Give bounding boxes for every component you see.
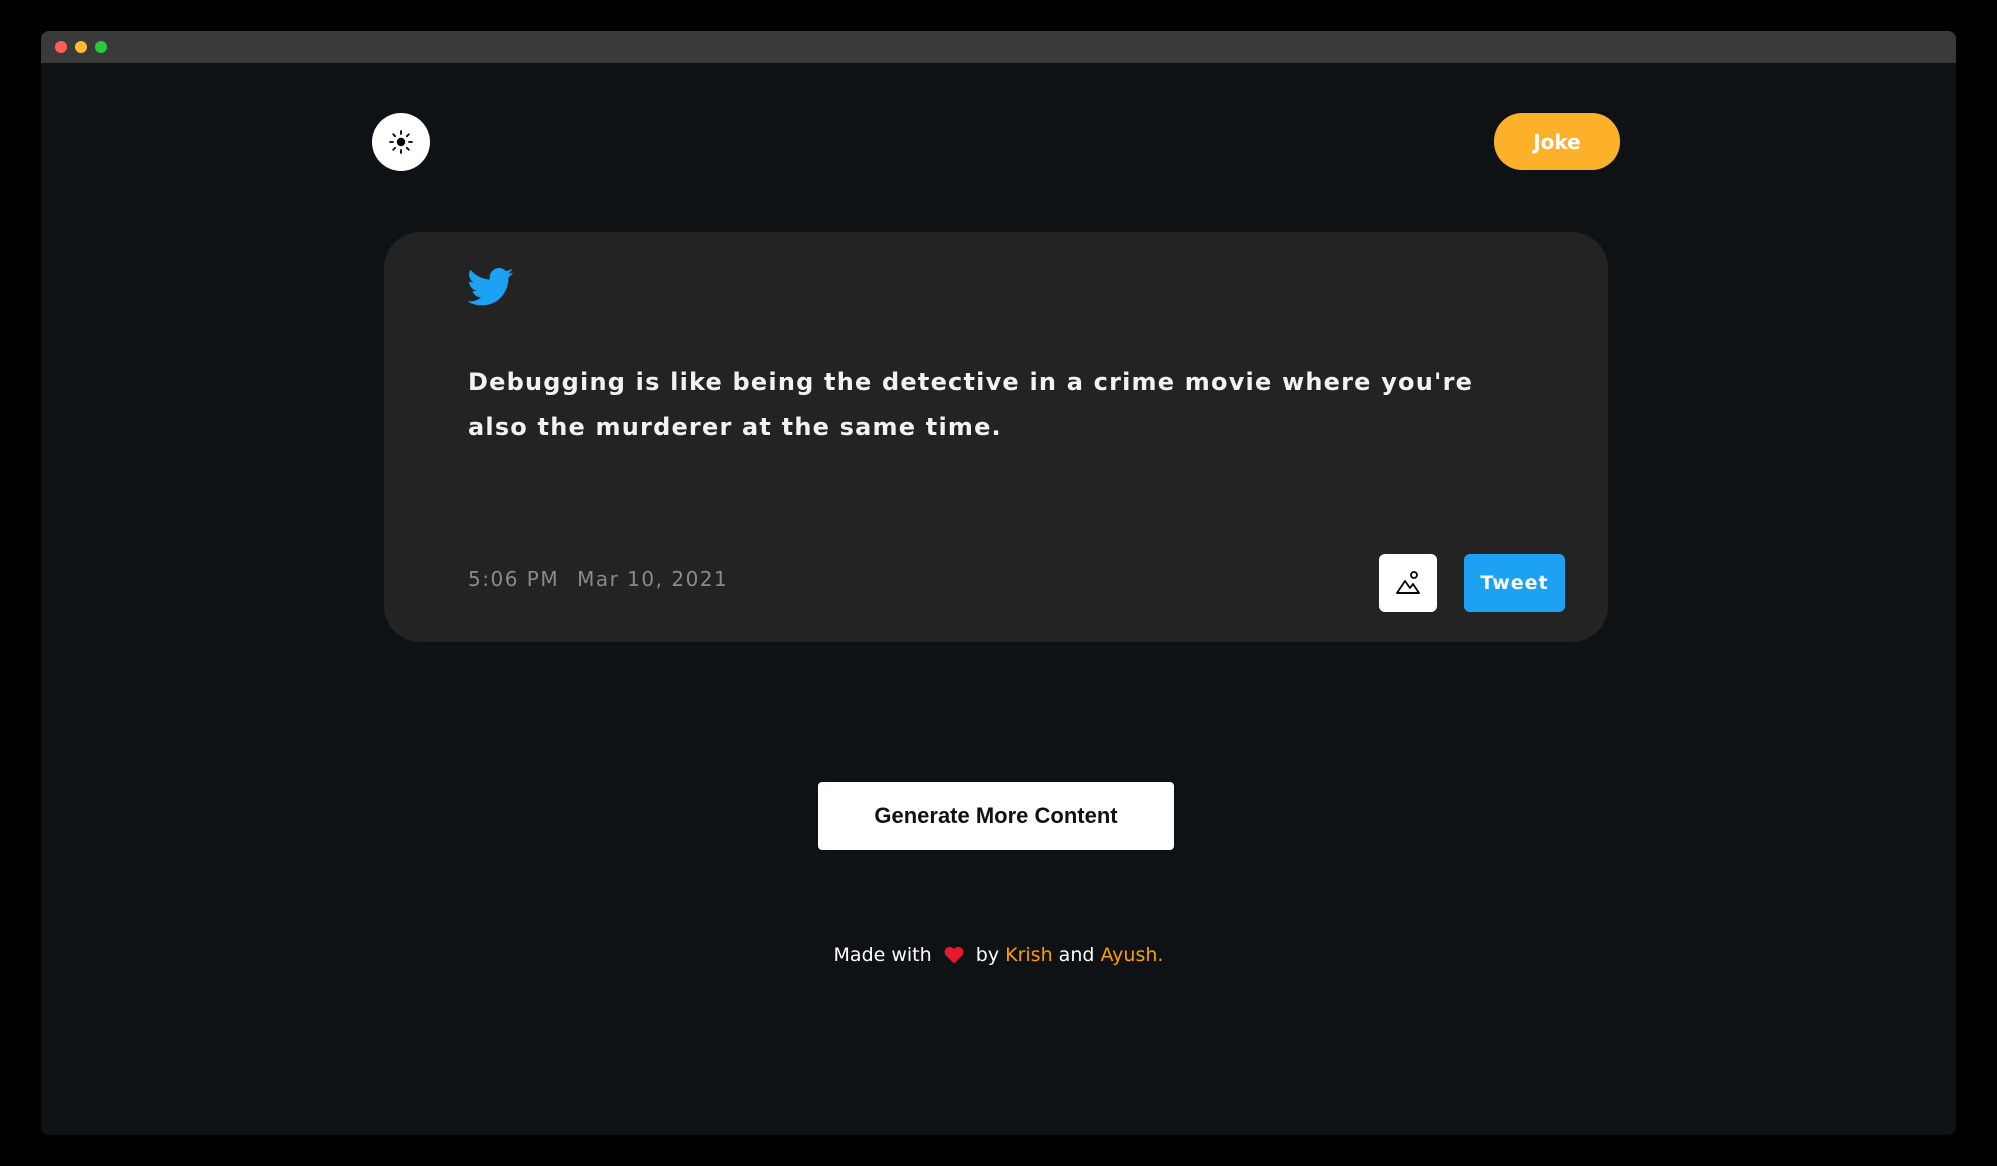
tweet-text: Debugging is like being the detective in… xyxy=(468,368,1474,441)
twitter-bird-icon xyxy=(468,268,514,306)
author-link-ayush[interactable]: Ayush. xyxy=(1100,944,1163,966)
generate-more-content-button[interactable]: Generate More Content xyxy=(818,782,1174,850)
tweet-button[interactable]: Tweet xyxy=(1464,554,1565,612)
tweet-time: 5:06 PM xyxy=(468,567,560,591)
author-link-krish[interactable]: Krish xyxy=(1005,944,1053,966)
footer-by: by xyxy=(975,944,1000,966)
download-image-button[interactable] xyxy=(1379,554,1437,612)
close-window-dot[interactable] xyxy=(55,41,67,53)
footer-made-with: Made with xyxy=(833,944,932,966)
footer-and: and xyxy=(1058,944,1095,966)
tweet-date: Mar 10, 2021 xyxy=(577,567,729,591)
tweet-timestamp: 5:06 PM Mar 10, 2021 xyxy=(468,567,728,591)
heart-icon xyxy=(944,946,964,964)
window-titlebar xyxy=(41,31,1956,63)
browser-window: Joke Debugging is like being the detecti… xyxy=(41,31,1956,1135)
tweet-card: Debugging is like being the detective in… xyxy=(384,232,1608,642)
image-icon xyxy=(1396,571,1420,594)
sun-icon xyxy=(389,130,413,154)
maximize-window-dot[interactable] xyxy=(95,41,107,53)
joke-mode-button[interactable]: Joke xyxy=(1494,113,1620,170)
footer: Made with by Krish and Ayush. xyxy=(41,944,1956,966)
theme-toggle-button[interactable] xyxy=(372,113,430,171)
minimize-window-dot[interactable] xyxy=(75,41,87,53)
